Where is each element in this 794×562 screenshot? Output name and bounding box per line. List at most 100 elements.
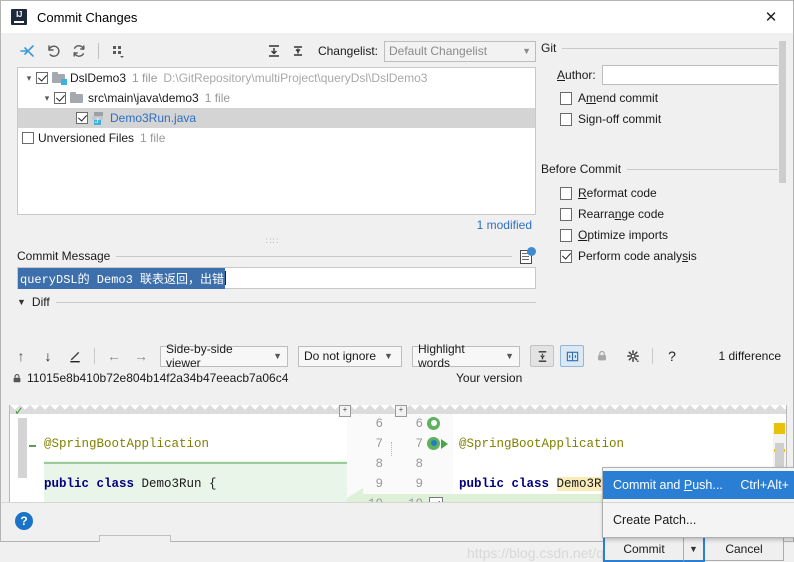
viewer-mode-select[interactable]: Side-by-side viewer ▼ [160, 346, 288, 367]
author-label: Author: [557, 68, 596, 82]
resize-grip[interactable] [99, 535, 171, 542]
rearrange-code-checkbox[interactable]: Rearrange code [560, 207, 787, 221]
tree-item-name: Demo3Run.java [110, 111, 196, 125]
signoff-commit-checkbox[interactable]: Sign-off commit [560, 112, 787, 126]
menu-item-create-patch[interactable]: Create Patch... [603, 506, 794, 534]
optimize-imports-checkbox[interactable]: Optimize imports [560, 228, 787, 242]
gear-icon[interactable] [621, 345, 645, 367]
arrow-right-icon[interactable]: → [129, 345, 153, 367]
line-number: 6 [399, 414, 423, 434]
revert-icon[interactable] [41, 40, 65, 62]
line-number: 8 [399, 454, 423, 474]
menu-item-commit-and-push[interactable]: Commit and Push... Ctrl+Alt+ [603, 471, 794, 499]
text-caret [225, 271, 226, 285]
author-row: Author: [557, 65, 787, 85]
check-green-icon: ✓ [14, 405, 24, 418]
collapse-all-icon[interactable] [286, 40, 310, 62]
java-file-icon [92, 112, 106, 125]
code-line: @SpringBootApplication [459, 437, 624, 451]
perform-code-analysis-label: Perform code analysis [578, 249, 697, 263]
chevron-down-icon[interactable]: ▼ [683, 536, 705, 562]
before-commit-group-label: Before Commit [541, 162, 621, 176]
splitter-handle[interactable]: ∷∷ [9, 237, 536, 245]
row-checkbox[interactable] [36, 72, 48, 84]
reformat-code-checkbox[interactable]: Reformat code [560, 186, 787, 200]
diff-section-label: Diff [32, 295, 50, 309]
toolbar-separator [98, 43, 99, 59]
table-row[interactable]: Unversioned Files 1 file [18, 128, 535, 148]
perform-code-analysis-checkbox[interactable]: Perform code analysis [560, 249, 787, 263]
spring-bean-icon[interactable] [427, 414, 453, 434]
expand-region-button[interactable]: + [395, 405, 407, 417]
commit-message-header: Commit Message [17, 247, 536, 265]
pencil-icon[interactable] [63, 345, 87, 367]
chevron-down-icon: ▼ [384, 351, 393, 361]
checkbox-box[interactable] [560, 92, 572, 105]
refresh-icon[interactable] [67, 40, 91, 62]
toolbar-separator [94, 348, 95, 364]
intellij-idea-logo [11, 9, 27, 25]
commit-message-input[interactable]: queryDSL的 Demo3 联表返回，出错 [17, 267, 536, 289]
checkbox-box[interactable] [560, 250, 572, 263]
help-button[interactable]: ? [15, 512, 33, 530]
before-commit-group-header: Before Commit [541, 162, 787, 176]
triangle-down-icon[interactable]: ▼ [17, 297, 26, 307]
line-number: 7 [347, 434, 383, 454]
checkbox-box[interactable] [560, 187, 572, 200]
divider [116, 256, 512, 257]
highlight-mode-select[interactable]: Highlight words ▼ [412, 346, 520, 367]
row-checkbox[interactable] [22, 132, 34, 144]
commit-button-group: Commit ▼ [603, 536, 705, 562]
window-title: Commit Changes [37, 10, 137, 25]
row-checkbox[interactable] [54, 92, 66, 104]
line-number: 8 [347, 454, 383, 474]
spring-run-icon[interactable] [427, 434, 453, 454]
lock-icon [9, 372, 25, 385]
checkbox-box[interactable] [560, 229, 572, 242]
changes-tree[interactable]: DslDemo3 1 file D:\GitRepository\multiPr… [17, 67, 536, 215]
amend-commit-label: Amend commit [578, 91, 658, 105]
tree-item-name: DslDemo3 [70, 71, 126, 85]
arrow-left-icon[interactable]: ← [102, 345, 126, 367]
table-row[interactable]: src\main\java\demo3 1 file [18, 88, 535, 108]
close-icon[interactable]: ✕ [749, 1, 793, 33]
expand-region-button[interactable]: + [339, 405, 351, 417]
highlight-mode-value: Highlight words [418, 342, 497, 370]
show-diff-icon[interactable] [15, 40, 39, 62]
row-checkbox[interactable] [76, 112, 88, 124]
amend-commit-checkbox[interactable]: Amend commit [560, 91, 787, 105]
table-row[interactable]: DslDemo3 1 file D:\GitRepository\multiPr… [18, 68, 535, 88]
options-scrollbar[interactable] [778, 41, 787, 183]
arrow-up-icon[interactable]: ↑ [9, 345, 33, 367]
tree-expander-icon[interactable] [22, 73, 36, 84]
compare-panels-icon[interactable] [560, 345, 584, 367]
right-version-title: Your version [456, 371, 522, 385]
expand-all-icon[interactable] [262, 40, 286, 62]
menu-item-shortcut: Ctrl+Alt+ [724, 478, 789, 492]
collapse-unchanged-icon[interactable] [530, 345, 554, 367]
table-row[interactable]: Demo3Run.java [18, 108, 535, 128]
group-by-icon[interactable] [106, 40, 130, 62]
title-bar: Commit Changes ✕ [1, 1, 793, 33]
vcs-folder-icon [52, 72, 66, 84]
toolbar-separator [652, 348, 653, 364]
changelist-select[interactable]: Default Changelist ▼ [384, 41, 536, 62]
chevron-down-icon: ▼ [505, 351, 514, 361]
author-field[interactable] [602, 65, 787, 85]
lock-icon[interactable] [590, 345, 614, 367]
chevron-down-icon: ▼ [522, 46, 531, 56]
menu-item-label: Create Patch... [613, 513, 696, 527]
status-badge: 1 modified [477, 218, 532, 232]
commit-button[interactable]: Commit [603, 536, 683, 562]
cancel-button[interactable]: Cancel [704, 537, 784, 561]
tree-expander-icon[interactable] [40, 93, 54, 104]
commit-history-icon[interactable] [518, 247, 536, 265]
line-number: 9 [399, 474, 423, 494]
arrow-down-icon[interactable]: ↓ [36, 345, 60, 367]
ignore-mode-select[interactable]: Do not ignore ▼ [298, 346, 402, 367]
checkbox-box[interactable] [560, 208, 572, 221]
question-icon[interactable]: ? [660, 345, 684, 367]
diff-section-header[interactable]: ▼ Diff [17, 295, 536, 309]
difference-count: 1 difference [719, 349, 788, 363]
checkbox-box[interactable] [560, 113, 572, 126]
